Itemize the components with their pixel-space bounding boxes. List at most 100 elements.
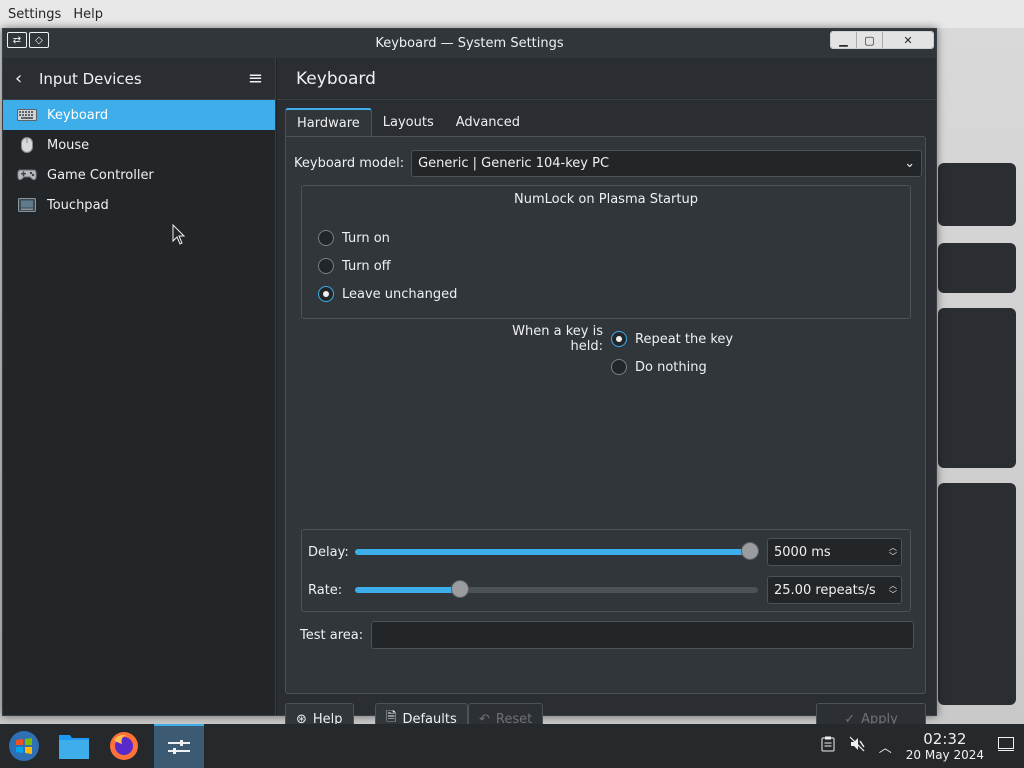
radio-label: Do nothing xyxy=(635,359,707,375)
show-desktop-icon[interactable] xyxy=(998,737,1014,755)
window-title: Keyboard — System Settings xyxy=(375,36,564,51)
clock-time: 02:32 xyxy=(923,730,967,748)
desktop-widget-bluetooth xyxy=(938,243,1016,293)
tab-layouts[interactable]: Layouts xyxy=(372,108,445,137)
sidebar-item-label: Keyboard xyxy=(47,107,109,123)
minimize-button[interactable]: ▁ xyxy=(831,32,857,48)
chevron-down-icon: ⌄ xyxy=(904,156,916,171)
radio-turn-off[interactable] xyxy=(318,258,334,274)
system-settings-task-icon[interactable] xyxy=(154,724,204,768)
global-menu-bar: Settings Help xyxy=(0,0,1024,28)
delay-slider-handle[interactable] xyxy=(740,542,759,560)
clock-date: 20 May 2024 xyxy=(905,748,984,762)
back-arrow-icon[interactable]: ‹ xyxy=(15,68,29,89)
numlock-option-leave-unchanged[interactable]: Leave unchanged xyxy=(318,280,457,308)
hamburger-menu-icon[interactable]: ≡ xyxy=(248,68,263,89)
numlock-option-turn-on[interactable]: Turn on xyxy=(318,224,457,252)
keep-above-icon[interactable]: ◇ xyxy=(29,32,49,48)
numlock-radio-group: Turn on Turn off Leave unchanged xyxy=(318,224,457,308)
rate-value: 25.00 repeats/s xyxy=(774,582,876,598)
test-area-input[interactable] xyxy=(371,621,915,649)
file-manager-icon[interactable] xyxy=(54,728,94,764)
keyboard-model-combobox[interactable]: Generic | Generic 104-key PC ⌄ xyxy=(411,150,923,177)
tab-advanced[interactable]: Advanced xyxy=(445,108,531,137)
radio-label: Turn on xyxy=(342,230,390,246)
sidebar-title: Input Devices xyxy=(39,69,142,88)
sidebar-item-label: Game Controller xyxy=(47,167,154,183)
rate-slider[interactable] xyxy=(355,580,758,598)
sidebar-item-touchpad[interactable]: Touchpad xyxy=(3,190,275,220)
menu-help[interactable]: Help xyxy=(73,5,103,24)
tab-hardware[interactable]: Hardware xyxy=(285,108,372,137)
page-title: Keyboard xyxy=(277,58,936,100)
keyboard-model-row: Keyboard model: Generic | Generic 104-ke… xyxy=(294,150,923,177)
key-held-option-nothing[interactable]: Do nothing xyxy=(486,353,733,381)
system-tray: ︿ 02:32 20 May 2024 xyxy=(821,724,1024,768)
menu-settings[interactable]: Settings xyxy=(8,5,61,24)
sidebar: ‹ Input Devices ≡ Keyboard Mouse Game Co… xyxy=(3,58,276,715)
rate-spinbox[interactable]: 25.00 repeats/s ︿ ﹀ xyxy=(767,576,902,604)
window-menu-icon[interactable]: ⇄ xyxy=(7,32,27,48)
radio-do-nothing[interactable] xyxy=(611,359,627,375)
rate-slider-fill xyxy=(355,587,460,593)
sidebar-item-keyboard[interactable]: Keyboard xyxy=(3,100,275,130)
gamepad-icon xyxy=(17,168,37,182)
radio-repeat-key[interactable] xyxy=(611,331,627,347)
numlock-groupbox: NumLock on Plasma Startup Turn on Turn o… xyxy=(301,185,911,319)
numlock-option-turn-off[interactable]: Turn off xyxy=(318,252,457,280)
keyboard-model-label: Keyboard model: xyxy=(294,156,405,171)
hardware-tab-panel: Keyboard model: Generic | Generic 104-ke… xyxy=(285,136,926,694)
tray-expand-icon[interactable]: ︿ xyxy=(879,737,892,756)
desktop-widget-grid xyxy=(938,163,1016,226)
mouse-cursor-icon xyxy=(172,224,186,245)
radio-leave-unchanged[interactable] xyxy=(318,286,334,302)
delay-slider[interactable] xyxy=(355,542,759,560)
clock[interactable]: 02:32 20 May 2024 xyxy=(906,730,984,762)
rate-slider-handle[interactable] xyxy=(450,580,469,598)
radio-label: Turn off xyxy=(342,258,391,274)
delay-row: Delay: 5000 ms ︿ ﹀ xyxy=(308,537,902,567)
test-area-row: Test area: xyxy=(300,621,915,649)
delay-spinbox[interactable]: 5000 ms ︿ ﹀ xyxy=(767,538,902,566)
keyboard-model-value: Generic | Generic 104-key PC xyxy=(418,156,610,171)
repeat-settings-box: Delay: 5000 ms ︿ ﹀ Rate: 25.00 repeats/s… xyxy=(301,529,911,612)
key-held-option-repeat[interactable]: When a key is held: Repeat the key xyxy=(486,324,734,354)
rate-label: Rate: xyxy=(308,582,343,598)
firefox-icon[interactable] xyxy=(104,728,144,764)
sidebar-item-label: Mouse xyxy=(47,137,90,153)
close-button[interactable]: ✕ xyxy=(883,32,933,48)
titlebar-left-buttons: ⇄ ◇ xyxy=(7,32,49,48)
window-titlebar[interactable]: ⇄ ◇ Keyboard — System Settings ▁ ▢ ✕ xyxy=(3,29,936,58)
delay-label: Delay: xyxy=(308,544,349,560)
key-held-label: When a key is held: xyxy=(512,324,603,354)
sidebar-item-game-controller[interactable]: Game Controller xyxy=(3,160,275,190)
clipboard-icon[interactable] xyxy=(821,736,835,756)
maximize-button[interactable]: ▢ xyxy=(857,32,883,48)
delay-slider-fill xyxy=(355,549,750,555)
sidebar-item-label: Touchpad xyxy=(47,197,109,213)
numlock-title: NumLock on Plasma Startup xyxy=(514,192,698,207)
test-area-label: Test area: xyxy=(300,627,364,643)
keyboard-icon xyxy=(17,108,37,122)
main-content: Keyboard Hardware Layouts Advanced Keybo… xyxy=(277,58,936,735)
delay-value: 5000 ms xyxy=(774,544,831,560)
desktop-widget-kde-connect xyxy=(938,308,1016,468)
touchpad-icon xyxy=(17,198,37,212)
radio-turn-on[interactable] xyxy=(318,230,334,246)
titlebar-right-buttons: ▁ ▢ ✕ xyxy=(830,31,934,49)
radio-label: Leave unchanged xyxy=(342,286,458,302)
tab-bar: Hardware Layouts Advanced xyxy=(285,108,531,137)
rate-row: Rate: 25.00 repeats/s ︿ ﹀ xyxy=(308,575,902,605)
volume-muted-icon[interactable] xyxy=(849,736,865,756)
sidebar-header: ‹ Input Devices ≡ xyxy=(3,58,275,100)
mouse-icon xyxy=(17,137,37,153)
start-menu-icon[interactable] xyxy=(4,728,44,764)
radio-label: Repeat the key xyxy=(635,331,734,347)
taskbar: ︿ 02:32 20 May 2024 xyxy=(0,724,1024,768)
system-settings-window: ⇄ ◇ Keyboard — System Settings ▁ ▢ ✕ ‹ I… xyxy=(2,28,937,735)
spin-arrows-icon[interactable]: ︿ ﹀ xyxy=(889,581,897,599)
spin-arrows-icon[interactable]: ︿ ﹀ xyxy=(889,543,897,561)
key-held-group: When a key is held: Repeat the key Do no… xyxy=(486,324,734,381)
sidebar-item-mouse[interactable]: Mouse xyxy=(3,130,275,160)
desktop-widget-empty xyxy=(938,483,1016,705)
